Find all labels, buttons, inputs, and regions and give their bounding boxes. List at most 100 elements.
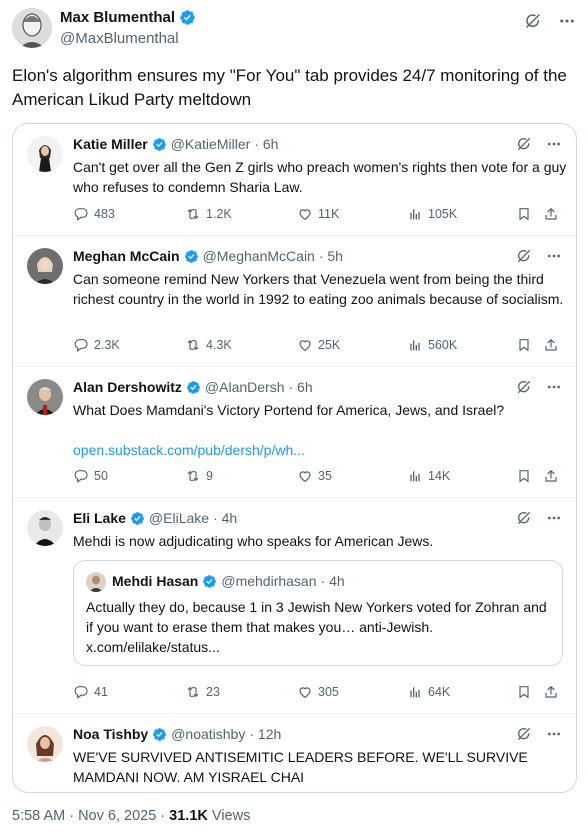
- tweet-link[interactable]: open.substack.com/pub/dersh/p/wh...: [73, 440, 568, 460]
- views-count: 560K: [428, 338, 458, 352]
- reply-button[interactable]: 50: [73, 468, 108, 484]
- tweet-text: Can't get over all the Gen Z girls who p…: [73, 159, 567, 195]
- reply-count: 50: [94, 469, 108, 483]
- more-icon[interactable]: [546, 136, 562, 152]
- more-icon[interactable]: [558, 12, 576, 30]
- quoted-tweet[interactable]: Alan Dershowitz @AlanDersh · 6h What Doe…: [13, 367, 576, 498]
- tweet-author-handle[interactable]: @MeghanMcCain: [203, 248, 315, 264]
- nested-text: Actually they do, because 1 in 3 Jewish …: [86, 597, 556, 657]
- share-button[interactable]: [543, 684, 559, 700]
- post-footer: 5:58 AM · Nov 6, 2025 · 31.1K Views: [12, 808, 250, 824]
- like-button[interactable]: 25K: [297, 337, 340, 353]
- bookmark-button[interactable]: [516, 337, 532, 353]
- avatar[interactable]: [12, 8, 52, 48]
- grok-icon[interactable]: [524, 12, 542, 30]
- tweet-author-line: Noa Tishby @noatishby · 12h: [73, 726, 281, 742]
- post-header: Max Blumenthal @MaxBlumenthal: [12, 8, 576, 50]
- quoted-tweets-image[interactable]: Katie Miller @KatieMiller · 6h Can't get…: [12, 123, 577, 793]
- post-timestamp[interactable]: 5:58 AM · Nov 6, 2025 ·: [12, 808, 169, 824]
- nested-quote[interactable]: Mehdi Hasan @mehdirhasan · 4h Actually t…: [73, 560, 563, 666]
- bookmark-button[interactable]: [516, 468, 532, 484]
- avatar[interactable]: [27, 510, 63, 546]
- tweet-author-name[interactable]: Alan Dershowitz: [73, 379, 182, 395]
- grok-icon[interactable]: [516, 379, 532, 395]
- quoted-tweet[interactable]: Meghan McCain @MeghanMcCain · 5h Can som…: [13, 236, 576, 367]
- repost-button[interactable]: 23: [185, 684, 220, 700]
- more-icon[interactable]: [546, 379, 562, 395]
- nested-author-name[interactable]: Mehdi Hasan: [112, 573, 198, 589]
- like-icon: [297, 684, 313, 700]
- tweet-actions: 50 9 35 14K: [73, 468, 568, 488]
- grok-icon[interactable]: [516, 510, 532, 526]
- tweet-author-handle[interactable]: @AlanDersh: [205, 379, 285, 395]
- tweet-author-name[interactable]: Meghan McCain: [73, 248, 180, 264]
- like-count: 25K: [318, 338, 341, 352]
- tweet-author-handle[interactable]: @noatishby: [171, 726, 245, 742]
- repost-count: 1.2K: [206, 207, 232, 221]
- reply-icon: [73, 337, 89, 353]
- nested-author-handle[interactable]: @mehdirhasan: [221, 573, 316, 589]
- bookmark-button[interactable]: [516, 684, 532, 700]
- avatar[interactable]: [27, 248, 63, 284]
- share-button[interactable]: [543, 206, 559, 222]
- grok-icon[interactable]: [516, 248, 532, 264]
- grok-icon[interactable]: [516, 726, 532, 742]
- verified-badge-icon: [130, 511, 145, 526]
- nested-text-body: Actually they do, because 1 in 3 Jewish …: [86, 599, 547, 635]
- tweet-time: · 12h: [249, 726, 282, 742]
- tweet-author-name[interactable]: Katie Miller: [73, 136, 148, 152]
- more-icon[interactable]: [546, 726, 562, 742]
- tweet-author-handle[interactable]: @KatieMiller: [171, 136, 251, 152]
- share-icon: [543, 684, 559, 700]
- more-icon[interactable]: [546, 510, 562, 526]
- author-name[interactable]: Max Blumenthal: [60, 9, 175, 26]
- like-button[interactable]: 11K: [297, 206, 339, 222]
- views-count: 64K: [428, 685, 451, 699]
- reply-count: 2.3K: [94, 338, 120, 352]
- like-button[interactable]: 35: [297, 468, 332, 484]
- avatar[interactable]: [86, 572, 106, 592]
- views-count: 14K: [428, 469, 451, 483]
- tweet-author-name[interactable]: Eli Lake: [73, 510, 126, 526]
- verified-badge-icon: [152, 137, 167, 152]
- reply-button[interactable]: 41: [73, 684, 108, 700]
- avatar[interactable]: [27, 136, 63, 172]
- quoted-tweet[interactable]: Eli Lake @EliLake · 4h Mehdi is now adju…: [13, 498, 576, 714]
- repost-button[interactable]: 4.3K: [185, 337, 232, 353]
- tweet-author-handle[interactable]: @EliLake: [149, 510, 209, 526]
- tweet-author-name[interactable]: Noa Tishby: [73, 726, 148, 742]
- tweet-text: WE'VE SURVIVED ANTISEMITIC LEADERS BEFOR…: [73, 749, 528, 785]
- retweet-icon: [185, 206, 201, 222]
- bookmark-button[interactable]: [516, 206, 532, 222]
- views-button[interactable]: 64K: [407, 684, 450, 700]
- reply-button[interactable]: 483: [73, 206, 115, 222]
- avatar[interactable]: [27, 379, 63, 415]
- tweet-author-line: Katie Miller @KatieMiller · 6h: [73, 136, 278, 152]
- quoted-tweet[interactable]: Noa Tishby @noatishby · 12h WE'VE SURVIV…: [13, 714, 576, 792]
- tweet-text: What Does Mamdani's Victory Portend for …: [73, 402, 505, 418]
- tweet-actions: 483 1.2K 11K 105K: [73, 206, 568, 226]
- quoted-tweet[interactable]: Katie Miller @KatieMiller · 6h Can't get…: [13, 124, 576, 236]
- nested-link[interactable]: x.com/elilake/status...: [86, 639, 220, 655]
- tweet-time: · 5h: [318, 248, 343, 264]
- verified-badge-icon: [202, 574, 217, 589]
- repost-button[interactable]: 9: [185, 468, 213, 484]
- share-button[interactable]: [543, 468, 559, 484]
- views-count: 105K: [428, 207, 458, 221]
- tweet-text: Can someone remind New Yorkers that Vene…: [73, 271, 564, 307]
- views-button[interactable]: 105K: [407, 206, 457, 222]
- repost-button[interactable]: 1.2K: [185, 206, 232, 222]
- views-button[interactable]: 14K: [407, 468, 450, 484]
- avatar[interactable]: [27, 726, 63, 762]
- like-button[interactable]: 305: [297, 684, 339, 700]
- reply-button[interactable]: 2.3K: [73, 337, 120, 353]
- views-button[interactable]: 560K: [407, 337, 457, 353]
- author-handle[interactable]: @MaxBlumenthal: [60, 30, 179, 47]
- repost-count: 23: [206, 685, 220, 699]
- reply-icon: [73, 684, 89, 700]
- like-icon: [297, 206, 313, 222]
- retweet-icon: [185, 684, 201, 700]
- grok-icon[interactable]: [516, 136, 532, 152]
- share-button[interactable]: [543, 337, 559, 353]
- more-icon[interactable]: [546, 248, 562, 264]
